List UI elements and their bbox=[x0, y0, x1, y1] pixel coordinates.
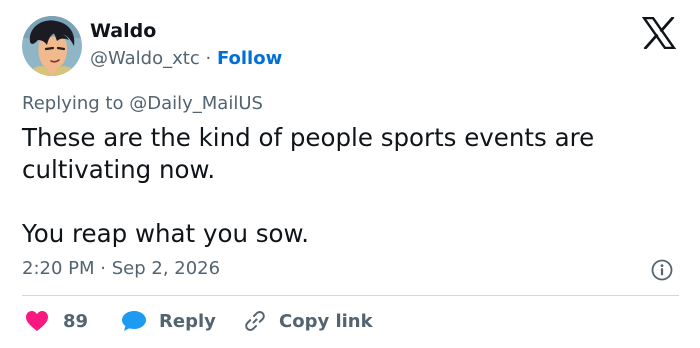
action-bar: 89 Reply Copy link bbox=[22, 306, 679, 336]
avatar[interactable] bbox=[22, 16, 82, 76]
tweet-text-line: These are the kind of people sports even… bbox=[22, 123, 595, 184]
user-avatar-icon bbox=[22, 16, 82, 76]
info-icon[interactable] bbox=[651, 259, 673, 281]
handle-line: @Waldo_xtc · Follow bbox=[90, 48, 282, 69]
tweet-timestamp[interactable]: 2:20 PM · Sep 2, 2026 bbox=[22, 258, 220, 279]
tweet-card: Waldo @Waldo_xtc · Follow Replying to @D… bbox=[0, 0, 700, 348]
tweet-date: Sep 2, 2026 bbox=[111, 258, 221, 279]
heart-icon bbox=[26, 311, 48, 331]
link-icon bbox=[245, 311, 265, 331]
like-count: 89 bbox=[63, 310, 89, 332]
like-button[interactable]: 89 bbox=[25, 306, 88, 336]
reply-mention-link[interactable]: @Daily_MailUS bbox=[129, 93, 263, 114]
reply-bubble-icon bbox=[122, 311, 146, 331]
timestamp-separator: · bbox=[100, 258, 106, 279]
reply-label: Reply bbox=[159, 310, 216, 332]
follow-button[interactable]: Follow bbox=[217, 48, 282, 69]
reply-context-prefix: Replying to bbox=[22, 93, 124, 114]
copy-link-button[interactable]: Copy link bbox=[243, 306, 373, 336]
divider bbox=[22, 295, 679, 296]
tweet-text: These are the kind of people sports even… bbox=[22, 122, 672, 250]
copy-link-label: Copy link bbox=[279, 310, 373, 332]
reply-button[interactable]: Reply bbox=[121, 306, 216, 336]
display-name[interactable]: Waldo bbox=[90, 20, 156, 42]
handle[interactable]: @Waldo_xtc bbox=[90, 48, 200, 69]
tweet-time: 2:20 PM bbox=[22, 258, 95, 279]
handle-separator: · bbox=[205, 48, 212, 69]
x-logo-icon[interactable] bbox=[641, 16, 677, 50]
reply-context: Replying to @Daily_MailUS bbox=[22, 93, 263, 114]
tweet-text-line: You reap what you sow. bbox=[22, 219, 310, 248]
